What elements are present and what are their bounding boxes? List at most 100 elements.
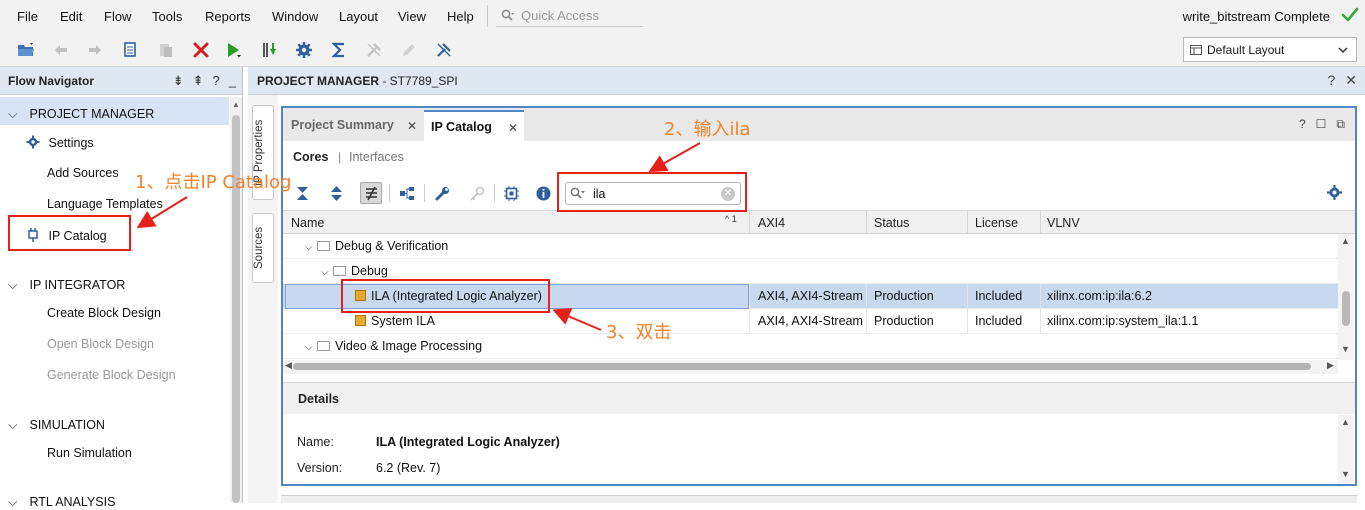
column-header-axi4[interactable]: AXI4 [758, 216, 785, 230]
nav-item-create-block-design[interactable]: Create Block Design [47, 306, 161, 320]
menu-tools[interactable]: Tools [152, 9, 182, 24]
debug-button[interactable] [433, 39, 455, 61]
flow-navigator-scrollbar[interactable]: ▲ [230, 97, 242, 503]
open-project-icon [18, 43, 34, 56]
annotation-step-3: 3、双击 [606, 322, 672, 343]
minimize-icon[interactable]: _ [229, 73, 236, 89]
annotation-step-1: 1、点击IP Catalog [135, 172, 292, 193]
help-icon[interactable]: ? [213, 73, 220, 89]
maximize-icon[interactable]: ☐ [1316, 117, 1327, 132]
annotation-box-ila-row [341, 279, 550, 313]
tab-label: Project Summary [291, 118, 394, 132]
paste-icon [160, 44, 172, 57]
program-download-button[interactable] [258, 39, 280, 61]
expand-all-button[interactable] [325, 182, 347, 204]
collapse-all-icon[interactable]: ⇟ [173, 73, 184, 89]
float-icon[interactable]: ⧉ [1336, 117, 1345, 132]
close-icon[interactable]: ✕ [508, 121, 518, 135]
chevron-down-icon: ⌵ [8, 278, 18, 292]
open-project-button[interactable] [15, 39, 37, 61]
folder-icon [317, 341, 330, 351]
quick-access-input[interactable]: Quick Access [496, 4, 643, 27]
nav-item-run-simulation[interactable]: Run Simulation [47, 446, 132, 460]
tab-cores[interactable]: Cores [293, 150, 328, 164]
status-text: write_bitstream Complete [1182, 9, 1330, 24]
disabled-edit-button[interactable] [398, 39, 420, 61]
disabled-tool-button[interactable] [363, 39, 385, 61]
cell-license: Included [975, 289, 1023, 303]
details-panel: Details Name: ILA (Integrated Logic Anal… [283, 382, 1355, 484]
section-simulation[interactable]: ⌵ SIMULATION [8, 418, 105, 433]
tab-interfaces[interactable]: Interfaces [349, 150, 404, 164]
menu-view[interactable]: View [398, 9, 426, 24]
menu-flow[interactable]: Flow [104, 9, 131, 24]
customize-ip-button[interactable] [431, 182, 453, 204]
table-horizontal-scrollbar[interactable]: ◀ ▶ [283, 360, 1338, 374]
column-header-status[interactable]: Status [874, 216, 909, 230]
details-scrollbar[interactable]: ▲ ▼ [1338, 415, 1353, 483]
tab-project-summary[interactable]: Project Summary ✕ [284, 110, 423, 141]
chevron-down-icon: ⌵ [321, 267, 329, 278]
sigma-report-button[interactable] [328, 39, 350, 61]
menu-file[interactable]: File [17, 9, 38, 24]
collapse-all-button[interactable] [291, 182, 313, 204]
tab-ip-catalog[interactable]: IP Catalog ✕ [424, 110, 524, 141]
group-by-button[interactable] [396, 182, 418, 204]
column-header-name[interactable]: Name [291, 216, 324, 230]
nav-item-settings[interactable]: Settings [26, 135, 94, 150]
details-name-label: Name: [297, 435, 334, 449]
menu-reports[interactable]: Reports [205, 9, 251, 24]
menubar-divider [487, 5, 488, 27]
layout-select-value: Default Layout [1207, 43, 1285, 57]
tab-sources[interactable]: Sources [252, 213, 274, 283]
delete-button[interactable] [190, 39, 212, 61]
editor-tabbar: Project Summary ✕ IP Catalog ✕ ? ☐ ⧉ [283, 108, 1355, 141]
paste-button[interactable] [155, 39, 177, 61]
filter-toggle-button[interactable] [360, 182, 382, 204]
help-icon[interactable]: ? [1327, 72, 1335, 89]
bottom-panel-strip [281, 495, 1357, 503]
undo-icon [55, 45, 67, 55]
tab-label: IP Catalog [431, 120, 492, 134]
undo-button[interactable] [50, 39, 72, 61]
ip-settings-button[interactable] [500, 182, 522, 204]
close-icon[interactable]: ✕ [1345, 72, 1357, 89]
nav-item-label: Settings [48, 136, 94, 150]
hierarchy-icon [399, 186, 414, 200]
tree-node-video-image: ⌵ Video & Image Processing [305, 339, 483, 353]
program-download-icon [263, 43, 276, 57]
scrollbar-thumb [1342, 291, 1350, 326]
gear-icon[interactable] [1326, 184, 1343, 201]
help-icon[interactable]: ? [1299, 117, 1306, 132]
column-header-vlnv[interactable]: VLNV [1047, 216, 1080, 230]
expand-all-icon[interactable]: ⇞ [193, 73, 204, 89]
table-row[interactable]: ⌵ Debug & Verification [283, 234, 1338, 259]
settings-button[interactable] [293, 39, 315, 61]
nav-item-language-templates[interactable]: Language Templates [47, 197, 163, 211]
table-row[interactable]: ⌵ Video & Image Processing [283, 334, 1338, 359]
tree-node-debug-verification: ⌵ Debug & Verification [305, 239, 449, 253]
column-header-license[interactable]: License [975, 216, 1018, 230]
section-project-manager[interactable]: ⌵ PROJECT MANAGER [8, 107, 154, 122]
details-name-value: ILA (Integrated Logic Analyzer) [376, 435, 560, 449]
run-button[interactable] [222, 39, 244, 61]
redo-button[interactable] [84, 39, 106, 61]
nav-item-add-sources[interactable]: Add Sources [47, 166, 119, 180]
close-icon[interactable]: ✕ [407, 119, 417, 133]
folder-icon [333, 266, 346, 276]
table-vertical-scrollbar[interactable]: ▲ ▼ [1338, 234, 1353, 360]
license-button[interactable] [466, 182, 488, 204]
nav-item-generate-block-design[interactable]: Generate Block Design [47, 368, 176, 382]
section-ip-integrator[interactable]: ⌵ IP INTEGRATOR [8, 278, 125, 293]
nav-item-open-block-design[interactable]: Open Block Design [47, 337, 154, 351]
menu-help[interactable]: Help [447, 9, 474, 24]
scroll-up-icon[interactable]: ▲ [232, 100, 240, 109]
ip-info-button[interactable] [532, 182, 554, 204]
menu-window[interactable]: Window [272, 9, 318, 24]
menu-edit[interactable]: Edit [60, 9, 82, 24]
copy-button[interactable] [119, 39, 141, 61]
chevron-down-icon: ⌵ [8, 107, 18, 121]
layout-select[interactable]: Default Layout [1183, 37, 1357, 62]
menu-layout[interactable]: Layout [339, 9, 378, 24]
flow-navigator-title: Flow Navigator [8, 74, 95, 88]
